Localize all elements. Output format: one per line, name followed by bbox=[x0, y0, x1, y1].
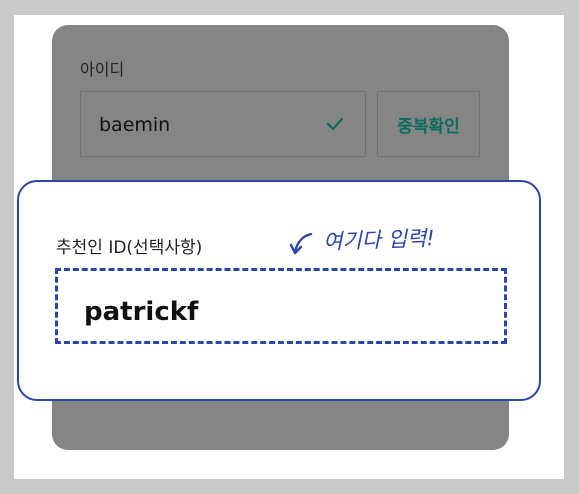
check-icon bbox=[326, 117, 344, 131]
duplicate-check-button[interactable]: 중복확인 bbox=[377, 91, 480, 157]
annotation-text: 여기다 입력! bbox=[322, 226, 436, 254]
id-input-value: baemin bbox=[99, 114, 171, 136]
id-input[interactable]: baemin bbox=[80, 91, 366, 157]
hand-drawn-arrow-icon bbox=[289, 232, 313, 255]
referral-modal: 추천인 ID(선택사항) 여기다 입력! patrickf bbox=[17, 180, 541, 401]
referral-id-label: 추천인 ID(선택사항) bbox=[56, 238, 203, 258]
id-label: 아이디 bbox=[80, 60, 125, 79]
referral-id-input[interactable]: patrickf bbox=[55, 268, 507, 344]
referral-id-value: patrickf bbox=[84, 297, 199, 327]
